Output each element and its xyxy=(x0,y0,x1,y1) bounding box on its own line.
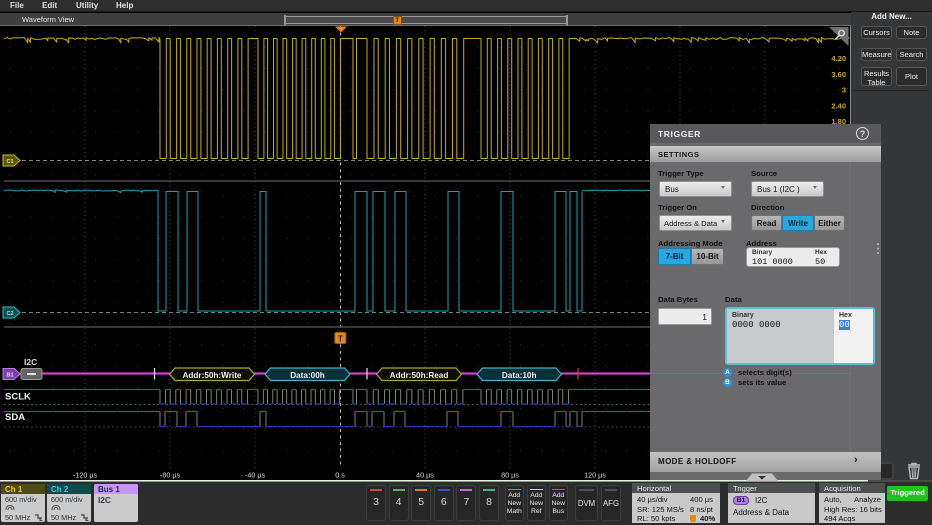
svg-text:Data:00h: Data:00h xyxy=(290,371,325,380)
svg-text:Data:10h: Data:10h xyxy=(502,371,537,380)
svg-text:2.40: 2.40 xyxy=(831,102,846,111)
svg-text:120 µs: 120 µs xyxy=(584,471,606,480)
svg-text:B1: B1 xyxy=(6,373,13,379)
svg-text:3: 3 xyxy=(842,86,846,95)
svg-text:80 µs: 80 µs xyxy=(501,471,519,480)
svg-text:-80 µs: -80 µs xyxy=(160,471,181,480)
svg-text:SDA: SDA xyxy=(5,412,25,423)
svg-text:I2C: I2C xyxy=(24,357,37,367)
svg-text:C1: C1 xyxy=(6,159,13,165)
svg-text:T: T xyxy=(338,334,343,343)
svg-text:SCLK: SCLK xyxy=(5,392,31,403)
svg-text:Addr:50h:Write: Addr:50h:Write xyxy=(183,371,242,380)
svg-text:40 µs: 40 µs xyxy=(416,471,434,480)
svg-text:0 s: 0 s xyxy=(335,471,345,480)
svg-text:4.20: 4.20 xyxy=(831,54,846,63)
svg-text:3.60: 3.60 xyxy=(831,70,846,79)
svg-text:C2: C2 xyxy=(6,311,13,317)
svg-text:Addr:50h:Read: Addr:50h:Read xyxy=(390,371,449,380)
svg-text:-40 µs: -40 µs xyxy=(245,471,266,480)
svg-text:-120 µs: -120 µs xyxy=(73,471,98,480)
